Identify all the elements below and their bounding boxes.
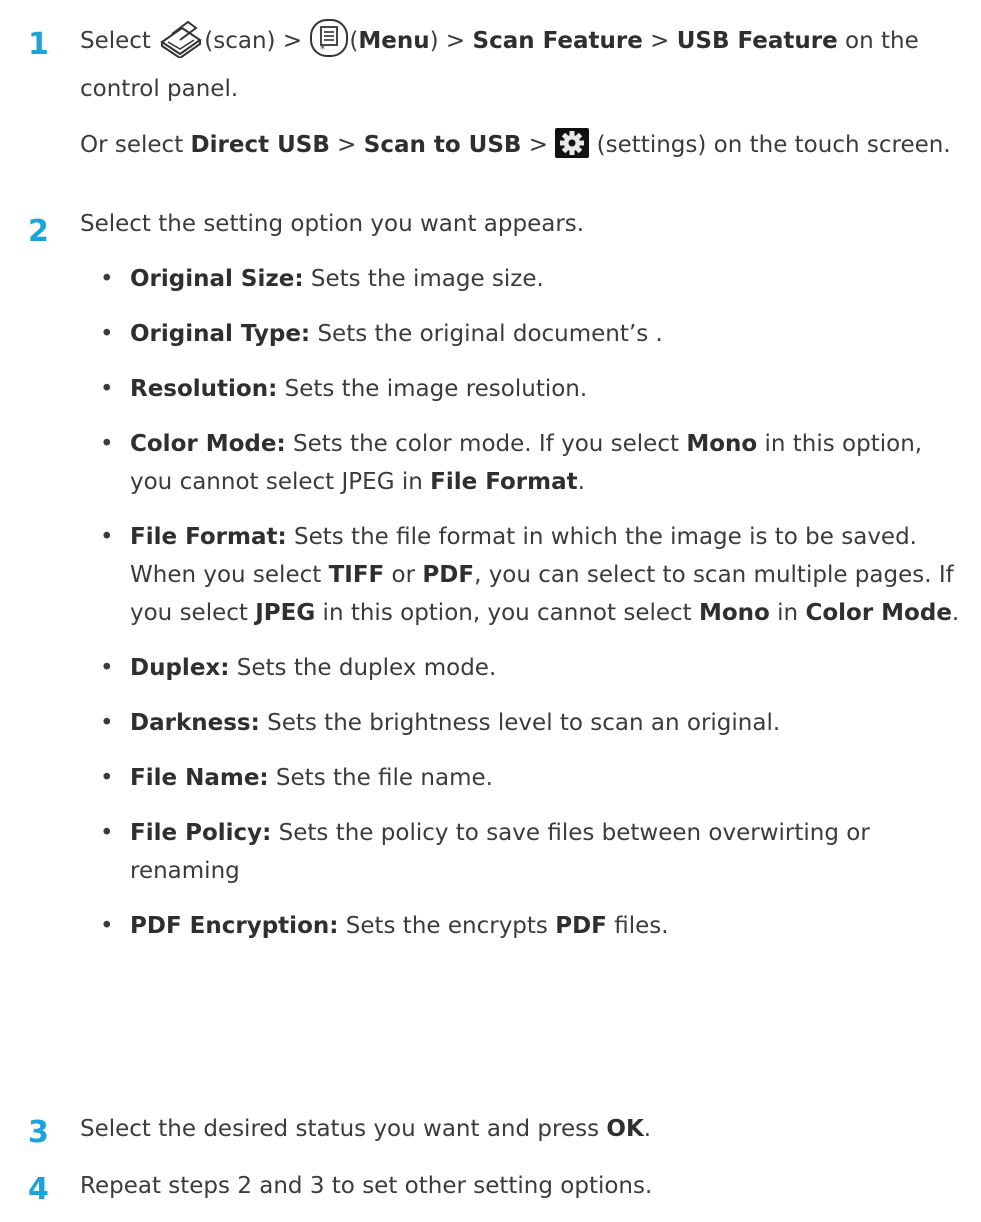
menu-icon: * <box>309 18 349 70</box>
settings-option-list: • Original Size: Sets the image size. • Or… <box>100 260 970 962</box>
settings-gear-icon <box>555 128 590 158</box>
list-item: • Duplex: Sets the duplex mode. <box>100 655 497 681</box>
step-number: 4 <box>28 1172 49 1207</box>
step-3-text: Select the desired status you want and p… <box>80 1116 652 1142</box>
list-item: • Original Type: Sets the original docume… <box>100 321 663 347</box>
list-item: • Darkness: Sets the brightness level to … <box>100 710 781 736</box>
step-2-text: Select the setting option you want appea… <box>80 211 585 237</box>
list-item: • Resolution: Sets the image resolution. <box>100 376 588 402</box>
step-1-alt-text: Or select Direct USB > Scan to USB > (se… <box>80 126 970 164</box>
list-item: • File Name: Sets the file name. <box>100 765 493 791</box>
scanner-icon <box>158 18 204 70</box>
list-item: • Color Mode: Sets the color mode. If you… <box>100 431 923 495</box>
step-1-text: Select (scan) > * (Menu) > Scan Feature >… <box>80 18 970 108</box>
list-item: • File Policy: Sets the policy to save fi… <box>100 820 870 884</box>
step-number: 2 <box>28 214 49 249</box>
list-item: • PDF Encryption: Sets the encrypts PDF f… <box>100 913 669 939</box>
step-number: 1 <box>28 27 49 62</box>
step-number: 3 <box>28 1115 49 1150</box>
step-4-text: Repeat steps 2 and 3 to set other settin… <box>80 1173 653 1199</box>
list-item: • Original Size: Sets the image size. <box>100 266 544 292</box>
list-item: • File Format: Sets the file format in wh… <box>100 524 960 626</box>
svg-text:*: * <box>320 44 325 55</box>
